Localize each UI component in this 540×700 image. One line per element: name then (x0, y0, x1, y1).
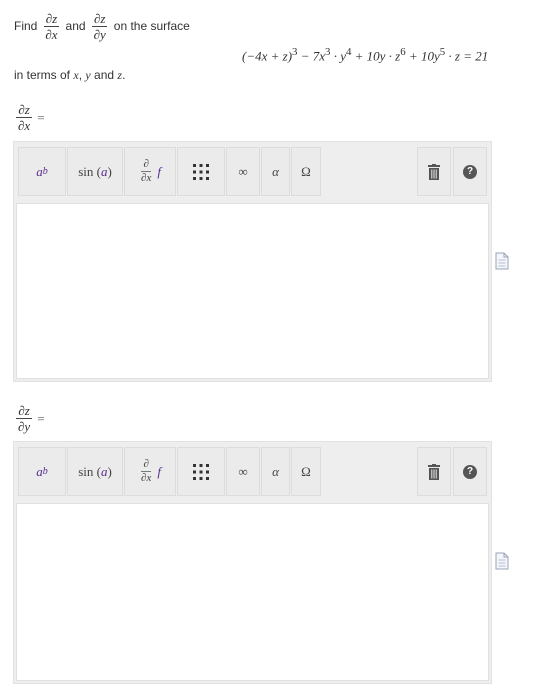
infinity-symbol: ∞ (238, 163, 248, 179)
surface-equation: (−4x + z)3 − 7x3 · y4 + 10y · z6 + 10y5 … (242, 46, 488, 64)
matrix-icon (193, 463, 209, 480)
answer-1-denominator: ∂x (18, 118, 31, 133)
dz-dx-denominator: ∂x (45, 26, 58, 42)
answer-1-document-icon[interactable] (495, 252, 509, 270)
partial-derivative-button[interactable]: ∂ ∂x f (124, 447, 176, 496)
answer-1-input[interactable] (16, 203, 489, 379)
answer-1-fraction: ∂z ∂x (16, 103, 32, 132)
power-button[interactable]: ab (18, 447, 66, 496)
terms-line: in terms of x, y and z. (14, 68, 125, 83)
answer-1-equals: = (37, 109, 45, 125)
power-exp: b (42, 166, 48, 177)
partial-fraction: ∂ ∂x (139, 459, 153, 484)
trash-button[interactable] (417, 447, 451, 496)
var-y: y (85, 68, 91, 82)
sin-button[interactable]: sin (a) (67, 147, 123, 196)
trash-button[interactable] (417, 147, 451, 196)
terms-prefix: in terms of (14, 68, 71, 82)
help-icon: ? (463, 464, 477, 479)
prompt-line: Find ∂z ∂x and ∂z ∂y on the surface (14, 8, 190, 44)
answer-1-numerator: ∂z (16, 102, 32, 118)
answer-1-label: ∂z ∂x = (16, 103, 45, 132)
omega-button[interactable]: Ω (291, 447, 321, 496)
dz-dy-numerator: ∂z (91, 10, 108, 27)
sin-button[interactable]: sin (a) (67, 447, 123, 496)
trash-icon (428, 163, 440, 180)
partial-num: ∂ (141, 458, 151, 472)
answer-2-input[interactable] (16, 503, 489, 681)
answer-2-denominator: ∂y (18, 419, 31, 434)
dz-dy-denominator: ∂y (93, 26, 106, 42)
dz-dx-numerator: ∂z (43, 10, 60, 27)
omega-symbol: Ω (301, 163, 311, 179)
partial-f: f (157, 163, 161, 179)
omega-button[interactable]: Ω (291, 147, 321, 196)
alpha-symbol: α (272, 163, 279, 179)
answer-2-equals: = (37, 410, 45, 426)
trash-icon (428, 463, 440, 480)
eq-term4-post: · z = 21 (445, 48, 489, 64)
answer-1-toolbar: ab sin (a) ∂ ∂x f ∞ α Ω ? (14, 142, 491, 202)
and-word: and (94, 68, 115, 82)
alpha-symbol: α (272, 463, 279, 479)
matrix-button[interactable] (177, 147, 225, 196)
answer-2-document-icon[interactable] (495, 552, 509, 570)
sin-close: ) (107, 163, 112, 179)
matrix-button[interactable] (177, 447, 225, 496)
eq-term3: + 10y · z (351, 48, 401, 64)
dz-dx-fraction: ∂z ∂x (43, 10, 60, 42)
partial-num: ∂ (141, 158, 151, 172)
answer-2-toolbar: ab sin (a) ∂ ∂x f ∞ α Ω ? (14, 442, 491, 502)
on-surface-text: on the surface (113, 19, 190, 33)
eq-term4: + 10y (405, 48, 440, 64)
sin-label: sin (78, 463, 94, 479)
comma: , (78, 68, 83, 82)
sin-close: ) (107, 463, 112, 479)
and-text: and (65, 19, 86, 33)
matrix-icon (193, 163, 209, 180)
partial-den: ∂x (141, 472, 152, 484)
answer-1-editor: ab sin (a) ∂ ∂x f ∞ α Ω ? (13, 141, 492, 382)
help-icon: ? (463, 164, 477, 179)
alpha-button[interactable]: α (261, 447, 290, 496)
answer-2-fraction: ∂z ∂y (16, 404, 32, 433)
help-button[interactable]: ? (453, 447, 487, 496)
dz-dy-fraction: ∂z ∂y (91, 10, 108, 42)
partial-derivative-button[interactable]: ∂ ∂x f (124, 147, 176, 196)
document-icon (495, 252, 509, 270)
infinity-button[interactable]: ∞ (226, 147, 260, 196)
sin-label: sin (78, 163, 94, 179)
answer-2-numerator: ∂z (16, 403, 32, 419)
partial-den: ∂x (141, 172, 152, 184)
partial-f: f (157, 463, 161, 479)
power-exp: b (42, 466, 48, 477)
answer-2-editor: ab sin (a) ∂ ∂x f ∞ α Ω ? (13, 441, 492, 684)
omega-symbol: Ω (301, 463, 311, 479)
power-button[interactable]: ab (18, 147, 66, 196)
find-text: Find (14, 19, 38, 33)
partial-fraction: ∂ ∂x (139, 159, 153, 184)
period: . (122, 68, 126, 82)
answer-2-label: ∂z ∂y = (16, 404, 45, 433)
eq-term2-mid: · y (330, 48, 346, 64)
help-button[interactable]: ? (453, 147, 487, 196)
infinity-symbol: ∞ (238, 463, 248, 479)
eq-base: (−4x + z) (242, 48, 293, 64)
document-icon (495, 552, 509, 570)
alpha-button[interactable]: α (261, 147, 290, 196)
eq-term2: − 7x (297, 48, 326, 64)
infinity-button[interactable]: ∞ (226, 447, 260, 496)
